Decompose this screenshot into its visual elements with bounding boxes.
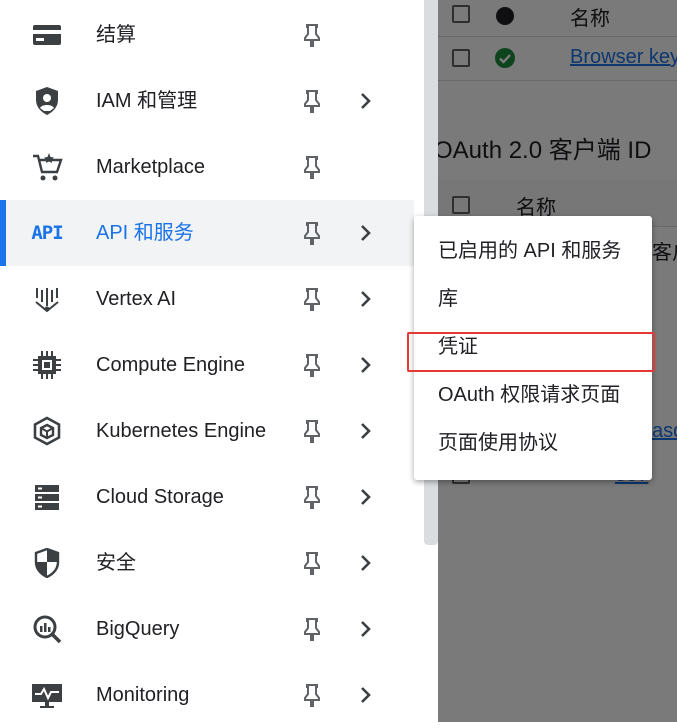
chevron-right-icon[interactable] [357, 355, 375, 375]
sidebar-item-cloud-storage[interactable]: Cloud Storage [0, 464, 414, 530]
kubernetes-icon [30, 415, 64, 447]
sidebar-item-iam[interactable]: IAM 和管理 [0, 68, 414, 134]
api-icon: API [31, 222, 63, 244]
pin-icon[interactable] [301, 89, 323, 113]
oauth-section-title: OAuth 2.0 客户端 ID [438, 137, 652, 164]
sidebar-item-api-services[interactable]: API API 和服务 [0, 200, 414, 266]
pin-icon[interactable] [301, 221, 323, 245]
chevron-right-icon[interactable] [357, 685, 375, 705]
api-key-link[interactable]: Browser key [570, 46, 677, 69]
pin-icon[interactable] [301, 419, 323, 443]
api-key-row: Browser key [438, 36, 677, 81]
check-circle-icon [495, 48, 515, 68]
credentials-highlight-box [407, 332, 655, 372]
sidebar-item-label: 结算 [96, 24, 136, 46]
chevron-right-icon[interactable] [357, 91, 375, 111]
sidebar-item-label: 安全 [96, 552, 136, 574]
navigation-sidebar: 结算 IAM 和管理 Marketplace API API 和服务 Verte… [0, 0, 414, 722]
select-all-checkbox[interactable] [452, 5, 470, 23]
oauth-select-all-checkbox[interactable] [452, 196, 470, 214]
chevron-right-icon[interactable] [357, 223, 375, 243]
sidebar-item-bigquery[interactable]: BigQuery [0, 596, 414, 662]
sidebar-item-label: Marketplace [96, 156, 205, 178]
security-shield-icon [30, 547, 64, 579]
sidebar-item-label: Kubernetes Engine [96, 420, 267, 442]
column-header-name: 名称 [570, 8, 610, 30]
api-keys-header-row: 名称 [438, 0, 677, 37]
storage-icon [30, 481, 64, 513]
marketplace-cart-icon [30, 151, 64, 183]
partial-link-1[interactable]: asd [652, 420, 677, 443]
pin-icon[interactable] [301, 683, 323, 707]
pin-icon[interactable] [301, 485, 323, 509]
submenu-item-library[interactable]: 库 [438, 285, 458, 313]
sidebar-item-label: Vertex AI [96, 288, 177, 310]
sidebar-item-vertex-ai[interactable]: Vertex AI [0, 266, 414, 332]
sidebar-item-label: Monitoring [96, 684, 190, 706]
pin-icon[interactable] [301, 617, 323, 641]
row-checkbox[interactable] [452, 49, 470, 67]
sidebar-item-label: IAM 和管理 [96, 90, 198, 112]
status-dot-icon [496, 7, 514, 25]
iam-shield-icon [30, 85, 64, 117]
sidebar-item-label: BigQuery [96, 618, 180, 640]
pin-icon[interactable] [301, 23, 323, 47]
bigquery-icon [30, 613, 64, 645]
sidebar-item-billing[interactable]: 结算 [0, 2, 414, 68]
chevron-right-icon[interactable] [357, 619, 375, 639]
chevron-right-icon[interactable] [357, 421, 375, 441]
sidebar-item-monitoring[interactable]: Monitoring [0, 662, 414, 728]
chevron-right-icon[interactable] [357, 289, 375, 309]
chevron-right-icon[interactable] [357, 487, 375, 507]
partial-column-text: 客户 [652, 242, 677, 264]
sidebar-item-security[interactable]: 安全 [0, 530, 414, 596]
vertex-ai-icon [30, 283, 64, 315]
compute-chip-icon [30, 349, 64, 381]
chevron-right-icon[interactable] [357, 553, 375, 573]
sidebar-item-compute-engine[interactable]: Compute Engine [0, 332, 414, 398]
sidebar-item-label: Compute Engine [96, 354, 245, 376]
submenu-item-enabled-apis[interactable]: 已启用的 API 和服务 [438, 237, 621, 265]
sidebar-item-label: Cloud Storage [96, 486, 224, 508]
submenu-item-oauth-consent[interactable]: OAuth 权限请求页面 [438, 381, 620, 409]
sidebar-item-marketplace[interactable]: Marketplace [0, 134, 414, 200]
pin-icon[interactable] [301, 155, 323, 179]
monitoring-icon [30, 679, 64, 711]
billing-icon [30, 19, 64, 51]
pin-icon[interactable] [301, 551, 323, 575]
sidebar-item-label: API 和服务 [96, 222, 194, 244]
pin-icon[interactable] [301, 353, 323, 377]
submenu-item-page-usage-agreement[interactable]: 页面使用协议 [438, 429, 558, 457]
sidebar-item-kubernetes-engine[interactable]: Kubernetes Engine [0, 398, 414, 464]
pin-icon[interactable] [301, 287, 323, 311]
